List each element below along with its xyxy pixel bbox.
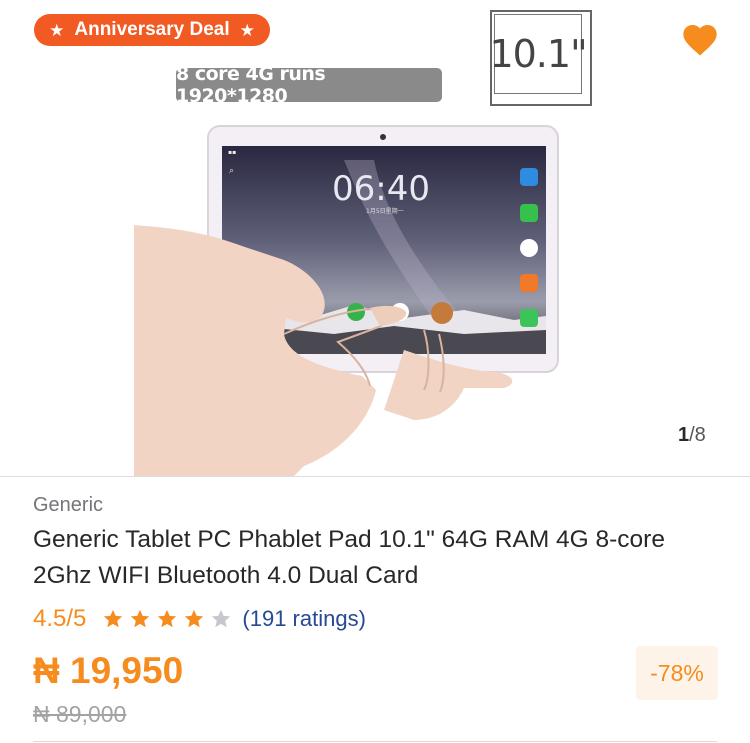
rating-value: 4.5 <box>33 605 67 632</box>
image-counter-total: /8 <box>689 424 706 446</box>
screen-size-label: 10.1" <box>489 14 588 94</box>
star-icon <box>185 609 204 628</box>
ratings-count-link[interactable]: (191 ratings) <box>242 606 366 632</box>
screen-size-graphic: 10.1" <box>489 10 592 106</box>
product-title: Generic Tablet PC Phablet Pad 10.1" 64G … <box>33 526 665 589</box>
star-icon: ★ <box>49 20 65 40</box>
section-divider <box>33 741 717 742</box>
spec-banner: 8 core 4G runs 1920*1280 <box>176 63 442 107</box>
svg-text:▪▪: ▪▪ <box>228 149 236 156</box>
star-icon <box>104 609 123 628</box>
rating-stars <box>102 608 232 630</box>
discount-badge: -78% <box>636 646 718 700</box>
product-gallery[interactable]: ★ Anniversary Deal ★ 8 core 4G runs 1920… <box>0 0 750 476</box>
svg-text:⌕: ⌕ <box>229 166 234 176</box>
product-image[interactable]: 06:40 1月5日星期一 ▪▪ ⌕ <box>134 120 564 476</box>
tablet-clock: 06:40 <box>332 169 430 209</box>
product-brand[interactable]: Generic <box>33 494 103 517</box>
rating-row: 4.5 /5 (191 ratings) <box>33 604 366 634</box>
star-empty-icon <box>212 609 231 628</box>
svg-text:1月5日星期一: 1月5日星期一 <box>366 207 404 215</box>
star-icon: ★ <box>239 20 255 40</box>
heart-icon[interactable] <box>680 20 720 60</box>
image-counter-current: 1 <box>678 424 690 446</box>
rating-scale: /5 <box>66 605 87 632</box>
star-icon <box>158 609 177 628</box>
section-divider <box>0 476 750 477</box>
image-counter: 1/8 <box>678 424 706 447</box>
star-icon <box>131 609 150 628</box>
current-price: ₦ 19,950 <box>33 650 184 691</box>
deal-badge-label: Anniversary Deal <box>74 19 230 40</box>
old-price: ₦ 89,000 <box>33 701 127 727</box>
anniversary-deal-badge: ★ Anniversary Deal ★ <box>34 14 270 46</box>
